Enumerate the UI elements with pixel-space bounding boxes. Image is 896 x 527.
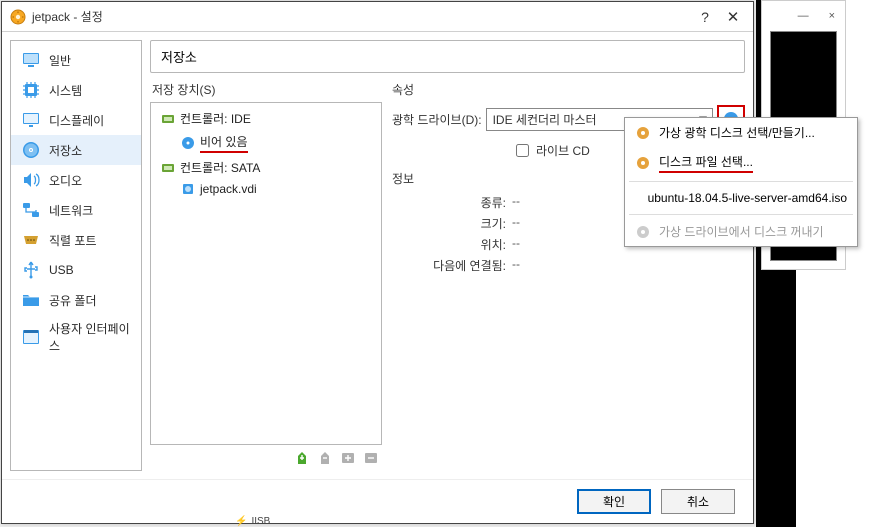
livecd-checkbox[interactable] xyxy=(516,144,529,157)
sidebar-item-label: 공유 폴더 xyxy=(49,292,97,309)
menu-item-choose-disk-file[interactable]: 디스크 파일 선택... xyxy=(625,147,857,179)
menu-item-label: 디스크 파일 선택... xyxy=(659,153,753,173)
sidebar-item-serial[interactable]: 직렬 포트 xyxy=(11,225,141,255)
add-attachment-button[interactable] xyxy=(339,449,357,467)
folder-icon xyxy=(21,290,41,310)
disk-icon xyxy=(21,140,41,160)
sidebar-item-label: 시스템 xyxy=(49,82,82,99)
settings-dialog: jetpack - 설정 ? ✕ 일반 시스템 디스플레이 저장소 xyxy=(1,1,754,524)
info-attached-label: 다음에 연결됨: xyxy=(392,257,512,274)
info-location-value: -- xyxy=(512,236,520,253)
sidebar-item-label: 오디오 xyxy=(49,172,82,189)
storage-tree[interactable]: 컨트롤러: IDE 비어 있음 컨트롤러: SATA jetpack. xyxy=(150,102,382,445)
sidebar-item-audio[interactable]: 오디오 xyxy=(11,165,141,195)
menu-item-recent-iso[interactable]: ubuntu-18.04.5-live-server-amd64.iso xyxy=(625,184,857,212)
sidebar-item-shared[interactable]: 공유 폴더 xyxy=(11,285,141,315)
network-icon xyxy=(21,200,41,220)
sidebar-item-label: 직렬 포트 xyxy=(49,232,97,249)
sidebar-item-ui[interactable]: 사용자 인터페이스 xyxy=(11,315,141,359)
attributes-header: 속성 xyxy=(392,79,745,103)
hdd-icon xyxy=(181,182,195,196)
sidebar-item-label: 네트워크 xyxy=(49,202,93,219)
info-location-label: 위치: xyxy=(392,236,512,253)
menu-item-label: 가상 드라이브에서 디스크 꺼내기 xyxy=(659,223,824,240)
section-header: 저장소 xyxy=(150,40,745,73)
ui-icon xyxy=(21,327,41,347)
settings-sidebar: 일반 시스템 디스플레이 저장소 오디오 네트워크 xyxy=(10,40,142,471)
ok-button[interactable]: 확인 xyxy=(577,489,651,514)
disc-icon xyxy=(181,136,195,150)
sidebar-item-system[interactable]: 시스템 xyxy=(11,75,141,105)
chip-icon xyxy=(21,80,41,100)
sidebar-item-network[interactable]: 네트워크 xyxy=(11,195,141,225)
menu-separator xyxy=(629,181,853,182)
blank-icon xyxy=(635,190,640,206)
sidebar-item-storage[interactable]: 저장소 xyxy=(11,135,141,165)
eject-icon xyxy=(635,224,651,240)
port-icon xyxy=(21,230,41,250)
tree-controller-ide[interactable]: 컨트롤러: IDE xyxy=(151,107,381,130)
dialog-footer: 확인 취소 xyxy=(2,479,753,523)
menu-separator xyxy=(629,214,853,215)
optical-drive-label: 광학 드라이브(D): xyxy=(392,111,482,128)
disk-select-menu: 가상 광학 디스크 선택/만들기... 디스크 파일 선택... ubuntu-… xyxy=(624,117,858,247)
menu-item-create-virtual-disk[interactable]: 가상 광학 디스크 선택/만들기... xyxy=(625,118,857,147)
usb-icon xyxy=(21,260,41,280)
menu-item-eject: 가상 드라이브에서 디스크 꺼내기 xyxy=(625,217,857,246)
bg-min-button[interactable]: — xyxy=(798,10,809,22)
livecd-label: 라이브 CD xyxy=(536,142,590,159)
partial-background-text: IISB xyxy=(235,516,270,527)
add-controller-button[interactable] xyxy=(293,449,311,467)
info-size-value: -- xyxy=(512,215,520,232)
remove-attachment-button[interactable] xyxy=(362,449,380,467)
sidebar-item-general[interactable]: 일반 xyxy=(11,45,141,75)
tree-node-label: 비어 있음 xyxy=(200,133,248,153)
info-size-label: 크기: xyxy=(392,215,512,232)
tree-controller-sata[interactable]: 컨트롤러: SATA xyxy=(151,156,381,179)
bg-close-button[interactable]: × xyxy=(829,10,835,22)
info-type-label: 종류: xyxy=(392,194,512,211)
tree-node-label: 컨트롤러: IDE xyxy=(180,110,251,127)
disc-icon xyxy=(635,125,651,141)
sidebar-item-label: 일반 xyxy=(49,52,71,69)
window-title: jetpack - 설정 xyxy=(32,8,689,25)
close-button[interactable]: ✕ xyxy=(721,5,745,29)
storage-toolbar xyxy=(150,445,382,471)
app-icon xyxy=(10,9,26,25)
tree-node-label: jetpack.vdi xyxy=(200,182,257,196)
settings-main: 저장소 저장 장치(S) 컨트롤러: IDE 비어 있음 xyxy=(150,40,745,471)
tree-node-label: 컨트롤러: SATA xyxy=(180,159,260,176)
sidebar-item-label: 저장소 xyxy=(49,142,82,159)
storage-devices-label: 저장 장치(S) xyxy=(150,79,382,102)
sidebar-item-label: 디스플레이 xyxy=(49,112,104,129)
sidebar-item-usb[interactable]: USB xyxy=(11,255,141,285)
tree-disk-jetpack[interactable]: jetpack.vdi xyxy=(151,179,381,199)
info-attached-value: -- xyxy=(512,257,520,274)
sidebar-item-label: 사용자 인터페이스 xyxy=(49,320,131,354)
cancel-button[interactable]: 취소 xyxy=(661,489,735,514)
titlebar: jetpack - 설정 ? ✕ xyxy=(2,2,753,32)
info-type-value: -- xyxy=(512,194,520,211)
remove-controller-button[interactable] xyxy=(316,449,334,467)
sidebar-item-label: USB xyxy=(49,263,74,277)
sidebar-item-display[interactable]: 디스플레이 xyxy=(11,105,141,135)
menu-item-label: 가상 광학 디스크 선택/만들기... xyxy=(659,124,815,141)
help-button[interactable]: ? xyxy=(693,5,717,29)
controller-icon xyxy=(161,161,175,175)
disc-icon xyxy=(635,155,651,171)
tree-optical-empty[interactable]: 비어 있음 xyxy=(151,130,381,156)
display-icon xyxy=(21,110,41,130)
monitor-icon xyxy=(21,50,41,70)
speaker-icon xyxy=(21,170,41,190)
menu-item-label: ubuntu-18.04.5-live-server-amd64.iso xyxy=(648,191,847,205)
controller-icon xyxy=(161,112,175,126)
